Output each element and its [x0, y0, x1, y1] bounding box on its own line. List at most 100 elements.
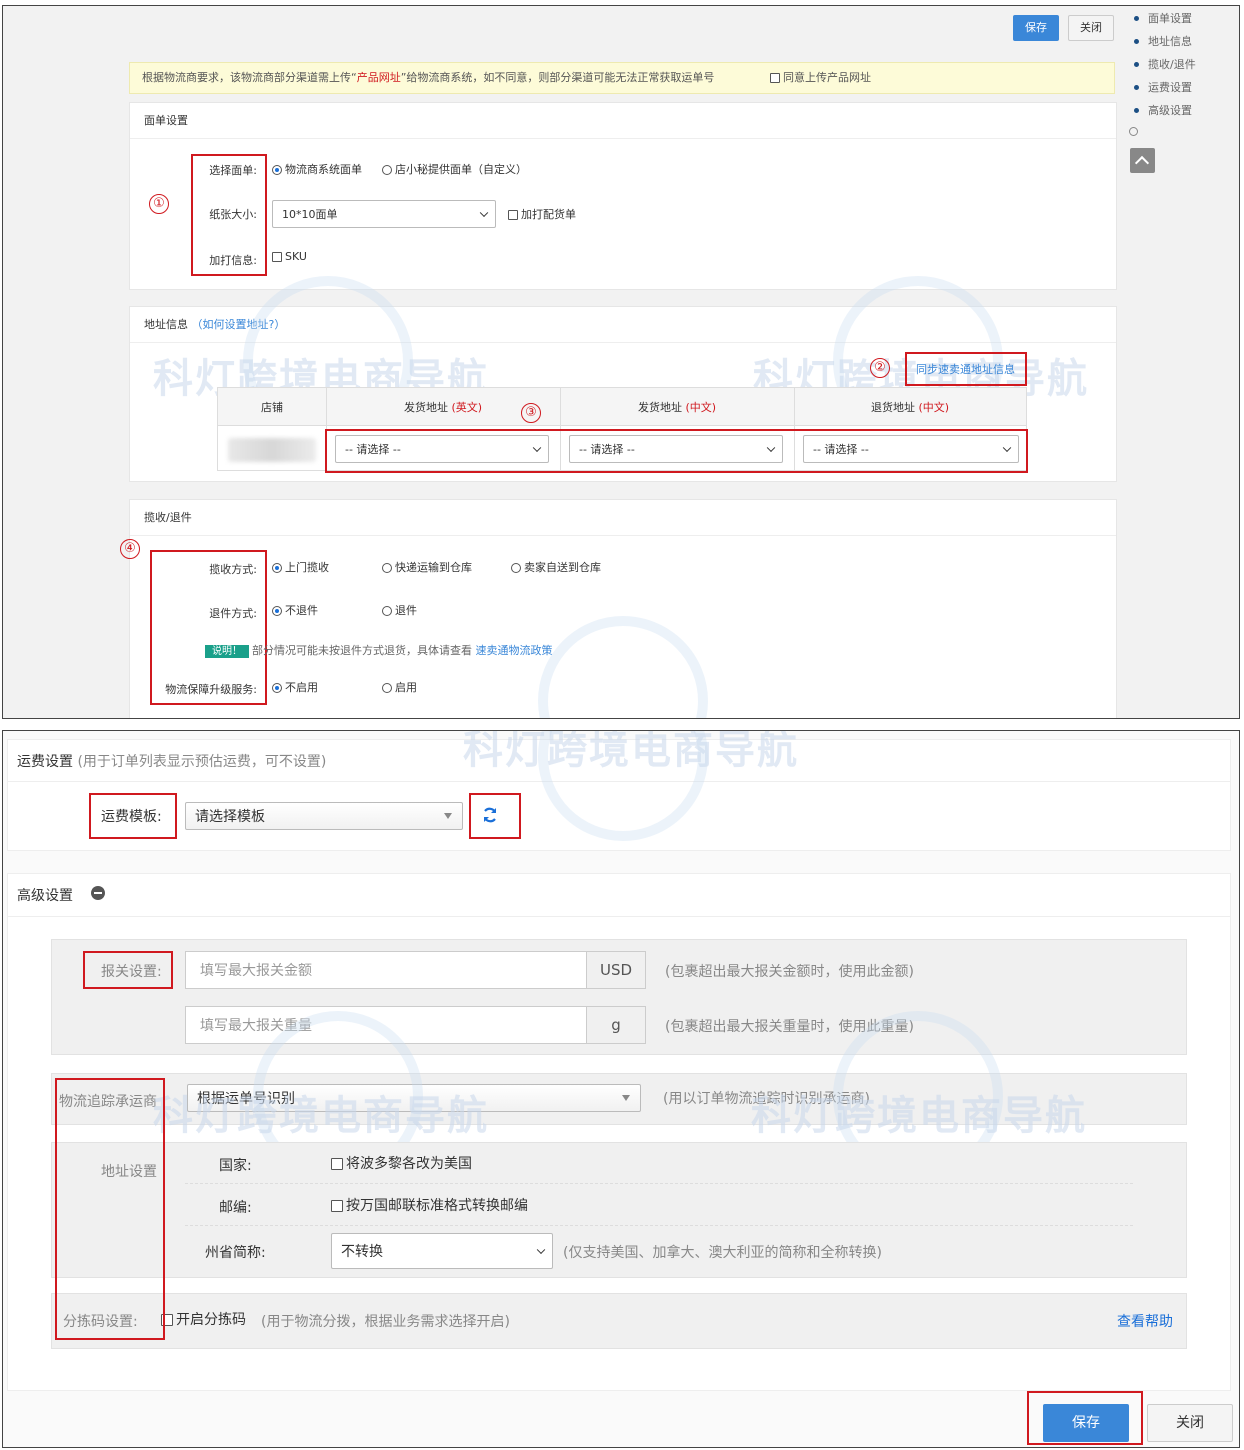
nav-item-freight[interactable]: 运费设置 — [1148, 79, 1192, 95]
chevron-up-icon — [1134, 155, 1150, 171]
max-weight-input[interactable]: 填写最大报关重量 — [185, 1006, 587, 1044]
col-tag: (中文) — [918, 401, 950, 414]
option-text: 退件 — [395, 604, 417, 617]
sort-code-option-label: 开启分拣码 — [176, 1312, 246, 1328]
notice-bar: 根据物流商要求，该物流商部分渠道需上传“产品网址”给物流商系统，如不同意，则部分… — [129, 62, 1115, 94]
extra-print-checkbox[interactable]: 加打配货单 — [508, 206, 576, 222]
weight-hint: (包裹超出最大报关重量时，使用此重量) — [665, 1019, 914, 1035]
note-badge: 说明！ — [205, 645, 249, 658]
country-option-label: 将波多黎各改为美国 — [346, 1156, 472, 1172]
advanced-title: 高级设置 — [17, 888, 73, 904]
option-text: 店小秘提供面单（自定义） — [395, 163, 527, 176]
upgrade-option-on[interactable]: 启用 — [382, 679, 417, 695]
sku-checkbox[interactable]: SKU — [272, 250, 307, 263]
amount-unit: USD — [586, 951, 646, 989]
nav-dot — [1134, 16, 1139, 21]
pickup-option-door[interactable]: 上门揽收 — [272, 559, 329, 575]
country-label: 国家: — [219, 1158, 252, 1174]
option-text: 上门揽收 — [285, 561, 329, 574]
select-placeholder: -- 请选择 -- — [813, 443, 869, 456]
row-divider — [185, 1225, 1133, 1226]
carrier-select[interactable]: 根据运单号识别 — [187, 1084, 641, 1112]
store-name-blurred — [228, 438, 316, 462]
address-help-link[interactable]: 如何设置地址? — [203, 318, 275, 331]
pickup-note: 说明！ 部分情况可能未按退件方式退货，具体请查看 速卖通物流政策 — [205, 642, 553, 658]
back-to-top-button[interactable] — [1130, 148, 1155, 173]
nav-item-pickup[interactable]: 揽收/退件 — [1148, 56, 1196, 72]
pickup-title: 揽收/退件 — [130, 500, 1116, 536]
top-save-button[interactable]: 保存 — [1013, 15, 1059, 41]
max-amount-input[interactable]: 填写最大报关金额 — [185, 951, 587, 989]
chevron-down-icon — [536, 1245, 546, 1255]
label-settings-title: 面单设置 — [130, 103, 1116, 139]
weight-unit: g — [586, 1006, 646, 1044]
policy-link[interactable]: 速卖通物流政策 — [476, 644, 553, 657]
freight-header: 运费设置 (用于订单列表显示预估运费，可不设置) — [17, 751, 326, 771]
marker-2: ② — [870, 358, 890, 378]
select-placeholder: -- 请选择 -- — [579, 443, 635, 456]
refresh-button[interactable] — [479, 804, 501, 826]
marker-3: ③ — [521, 403, 541, 423]
option-text: 物流商系统面单 — [285, 163, 362, 176]
nav-item-label-settings[interactable]: 面单设置 — [1148, 10, 1192, 26]
address-title-text: 地址信息 — [144, 318, 188, 331]
paper-size-select[interactable]: 10*10面单 — [272, 200, 496, 228]
view-help-link[interactable]: 查看帮助 — [1117, 1311, 1173, 1331]
freight-template-select[interactable]: 请选择模板 — [185, 802, 463, 830]
sort-code-hint: (用于物流分拨，根据业务需求选择开启) — [261, 1314, 510, 1330]
option-text: 快递运输到仓库 — [395, 561, 472, 574]
notice-highlight: 产品网址 — [356, 71, 401, 84]
zip-option-label: 按万国邮联标准格式转换邮编 — [346, 1198, 528, 1214]
nav-item-advanced[interactable]: 高级设置 — [1148, 102, 1192, 118]
pickup-method-label: 揽收方式: — [209, 563, 257, 576]
col-text: 退货地址 — [870, 401, 915, 414]
notice-text: 根据物流商要求，该物流商部分渠道需上传“ — [142, 71, 357, 84]
bottom-save-button[interactable]: 保存 — [1043, 1404, 1129, 1442]
screenshot-panel-top: 保存 关闭 面单设置 地址信息 揽收/退件 运费设置 高级设置 根据物流商要求，… — [2, 5, 1240, 719]
sync-address-link[interactable]: 同步速卖通地址信息 — [916, 361, 1015, 377]
freight-title: 运费设置 — [17, 754, 73, 770]
freight-hint: (用于订单列表显示预估运费，可不设置) — [77, 754, 327, 770]
customs-label: 报关设置: — [101, 964, 162, 980]
country-option[interactable]: 将波多黎各改为美国 — [331, 1153, 472, 1173]
notice-text-tail: ”给物流商系统，如不同意，则部分渠道可能无法正常获取运单号 — [400, 71, 715, 84]
chevron-down-icon — [1002, 443, 1012, 453]
return-option-return[interactable]: 退件 — [382, 602, 417, 618]
amount-placeholder: 填写最大报关金额 — [200, 963, 312, 979]
option-text: 卖家自送到仓库 — [524, 561, 601, 574]
weight-placeholder: 填写最大报关重量 — [200, 1018, 312, 1034]
screenshot-panel-bottom: 运费设置 (用于订单列表显示预估运费，可不设置) 运费模板: 请选择模板 高级设… — [2, 730, 1240, 1448]
select-label: 选择面单: — [209, 164, 257, 177]
label-option-custom[interactable]: 店小秘提供面单（自定义） — [382, 161, 527, 177]
nav-dot — [1134, 85, 1139, 90]
top-close-button[interactable]: 关闭 — [1068, 15, 1114, 41]
extra-print-label: 加打配货单 — [521, 208, 576, 221]
collapse-icon[interactable] — [91, 886, 105, 900]
sort-code-checkbox[interactable]: 开启分拣码 — [161, 1309, 246, 1329]
pickup-option-express[interactable]: 快递运输到仓库 — [382, 559, 472, 575]
label-option-system[interactable]: 物流商系统面单 — [272, 161, 362, 177]
print-info-label: 加打信息: — [209, 254, 257, 267]
return-option-none[interactable]: 不退件 — [272, 602, 318, 618]
agree-checkbox[interactable]: 同意上传产品网址 — [770, 63, 871, 93]
zip-option[interactable]: 按万国邮联标准格式转换邮编 — [331, 1195, 528, 1215]
col-text: 发货地址 — [403, 401, 448, 414]
ship-address-cn-select[interactable]: -- 请选择 -- — [569, 435, 783, 463]
ship-address-en-select[interactable]: -- 请选择 -- — [335, 435, 549, 463]
paper-label: 纸张大小: — [209, 208, 257, 221]
nav-dot — [1134, 62, 1139, 67]
freight-template-label: 运费模板: — [101, 809, 162, 825]
nav-dot — [1134, 108, 1139, 113]
nav-dot — [1134, 39, 1139, 44]
bottom-close-button[interactable]: 关闭 — [1147, 1404, 1233, 1442]
upgrade-option-off[interactable]: 不启用 — [272, 679, 318, 695]
row-divider — [185, 1183, 1133, 1184]
state-abbr-select[interactable]: 不转换 — [331, 1233, 553, 1269]
carrier-hint: (用以订单物流追踪时识别承运商) — [663, 1091, 870, 1107]
pickup-option-self[interactable]: 卖家自送到仓库 — [511, 559, 601, 575]
nav-item-address[interactable]: 地址信息 — [1148, 33, 1192, 49]
return-address-cn-select[interactable]: -- 请选择 -- — [803, 435, 1019, 463]
col-store: 店铺 — [261, 401, 283, 414]
help-paren: ） — [274, 318, 286, 331]
divider — [7, 781, 1231, 782]
